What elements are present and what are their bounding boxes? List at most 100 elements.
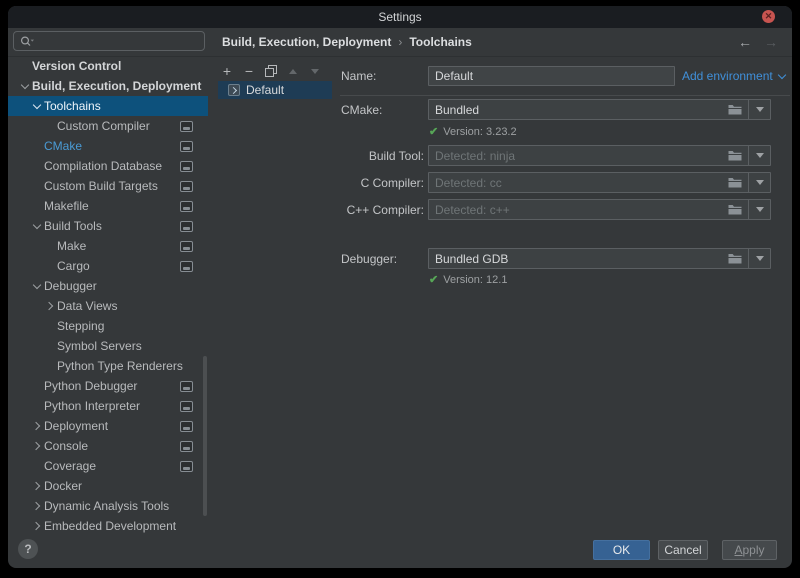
- section-divider: [340, 95, 790, 96]
- cpp-compiler-combobox[interactable]: Detected: c++: [428, 199, 771, 220]
- sidebar-item-cargo[interactable]: Cargo: [8, 256, 208, 276]
- name-label: Name:: [341, 69, 376, 83]
- toolchain-name: Default: [246, 83, 284, 97]
- screen-icon: [180, 141, 193, 152]
- screen-icon: [180, 161, 193, 172]
- window-title: Settings: [378, 10, 421, 24]
- close-icon[interactable]: ✕: [762, 10, 775, 23]
- check-icon: ✔: [429, 274, 438, 287]
- sidebar-item-console[interactable]: Console: [8, 436, 208, 456]
- sidebar-scrollbar[interactable]: [203, 356, 207, 516]
- down-arrow-icon: [311, 69, 319, 74]
- screen-icon: [180, 261, 193, 272]
- sidebar-item-python-type-renderers[interactable]: Python Type Renderers: [8, 356, 208, 376]
- cpp-compiler-dropdown-arrow[interactable]: [748, 200, 770, 219]
- move-down-button[interactable]: [304, 62, 326, 80]
- build-tool-dropdown-arrow[interactable]: [748, 146, 770, 165]
- sidebar-item-symbol-servers[interactable]: Symbol Servers: [8, 336, 208, 356]
- sidebar-item-makefile[interactable]: Makefile: [8, 196, 208, 216]
- copy-toolchain-button[interactable]: [260, 62, 282, 80]
- sidebar-item-debugger[interactable]: Debugger: [8, 276, 208, 296]
- sidebar-item-toolchains[interactable]: Toolchains: [8, 96, 208, 116]
- toolchain-icon: [228, 84, 240, 96]
- breadcrumb-item[interactable]: Toolchains: [409, 35, 471, 49]
- check-icon: ✔: [429, 126, 438, 139]
- screen-icon: [180, 121, 193, 132]
- copy-icon: [265, 65, 277, 77]
- chevron-down-icon: [21, 81, 29, 89]
- chevron-right-icon: [32, 422, 40, 430]
- chevron-right-icon: [32, 502, 40, 510]
- breadcrumb: Build, Execution, Deployment › Toolchains: [222, 35, 472, 50]
- name-input[interactable]: [428, 66, 675, 86]
- sidebar-item-build-tools[interactable]: Build Tools: [8, 216, 208, 236]
- sidebar-item-dynamic-analysis-tools[interactable]: Dynamic Analysis Tools: [8, 496, 208, 516]
- search-input[interactable]: [39, 33, 193, 49]
- sidebar-item-stepping[interactable]: Stepping: [8, 316, 208, 336]
- build-tool-combobox[interactable]: Detected: ninja: [428, 145, 771, 166]
- toolchain-list-item-default[interactable]: Default: [218, 81, 332, 99]
- sidebar-item-docker[interactable]: Docker: [8, 476, 208, 496]
- sidebar-item-custom-compiler[interactable]: Custom Compiler: [8, 116, 208, 136]
- debugger-combobox[interactable]: Bundled GDB: [428, 248, 771, 269]
- remove-toolchain-button[interactable]: −: [238, 62, 260, 80]
- dropdown-arrow-icon: [756, 180, 764, 185]
- move-up-button[interactable]: [282, 62, 304, 80]
- sidebar-item-version-control[interactable]: Version Control: [8, 56, 208, 76]
- toolchain-list-toolbar: + −: [216, 62, 326, 80]
- screen-icon: [180, 201, 193, 212]
- screen-icon: [180, 241, 193, 252]
- sidebar-item-coverage[interactable]: Coverage: [8, 456, 208, 476]
- ok-button[interactable]: OK: [593, 540, 650, 560]
- screen-icon: [180, 381, 193, 392]
- forward-arrow-icon[interactable]: →: [762, 33, 780, 51]
- chevron-down-icon: [33, 221, 41, 229]
- build-tool-label: Build Tool:: [341, 149, 424, 163]
- breadcrumb-item[interactable]: Build, Execution, Deployment: [222, 35, 391, 49]
- sidebar-item-cmake[interactable]: CMake: [8, 136, 208, 156]
- sidebar-item-custom-build-targets[interactable]: Custom Build Targets: [8, 176, 208, 196]
- chevron-right-icon: [32, 522, 40, 530]
- settings-search[interactable]: [13, 31, 205, 51]
- screen-icon: [180, 221, 193, 232]
- chevron-down-icon: [33, 281, 41, 289]
- sidebar-item-embedded-development[interactable]: Embedded Development: [8, 516, 208, 536]
- sidebar-item-data-views[interactable]: Data Views: [8, 296, 208, 316]
- c-compiler-label: C Compiler:: [341, 176, 424, 190]
- sidebar-item-build-execution-deployment[interactable]: Build, Execution, Deployment: [8, 76, 208, 96]
- screen-icon: [180, 421, 193, 432]
- cmake-dropdown-arrow[interactable]: [748, 100, 770, 119]
- add-toolchain-button[interactable]: +: [216, 62, 238, 80]
- settings-tree: Version Control Build, Execution, Deploy…: [8, 56, 208, 536]
- screen-icon: [180, 441, 193, 452]
- chevron-right-icon: [32, 442, 40, 450]
- folder-icon[interactable]: [728, 104, 742, 115]
- breadcrumb-separator: ›: [398, 35, 402, 49]
- cancel-button[interactable]: Cancel: [658, 540, 708, 560]
- sidebar-item-compilation-database[interactable]: Compilation Database: [8, 156, 208, 176]
- chevron-right-icon: [45, 302, 53, 310]
- sidebar-item-make[interactable]: Make: [8, 236, 208, 256]
- dropdown-arrow-icon: [756, 107, 764, 112]
- help-button[interactable]: ?: [18, 539, 38, 559]
- cmake-combobox[interactable]: Bundled: [428, 99, 771, 120]
- c-compiler-dropdown-arrow[interactable]: [748, 173, 770, 192]
- cpp-compiler-label: C++ Compiler:: [341, 203, 424, 217]
- cmake-version-status: ✔ Version: 3.23.2: [429, 126, 517, 139]
- chevron-right-icon: [32, 482, 40, 490]
- folder-icon[interactable]: [728, 150, 742, 161]
- dropdown-arrow-icon: [756, 207, 764, 212]
- sidebar-item-python-interpreter[interactable]: Python Interpreter: [8, 396, 208, 416]
- folder-icon[interactable]: [728, 204, 742, 215]
- folder-icon[interactable]: [728, 177, 742, 188]
- add-environment-link[interactable]: Add environment: [682, 69, 785, 84]
- sidebar-item-python-debugger[interactable]: Python Debugger: [8, 376, 208, 396]
- debugger-dropdown-arrow[interactable]: [748, 249, 770, 268]
- title-bar: Settings ✕: [8, 6, 792, 28]
- sidebar-item-deployment[interactable]: Deployment: [8, 416, 208, 436]
- back-arrow-icon[interactable]: ←: [736, 33, 754, 51]
- c-compiler-combobox[interactable]: Detected: cc: [428, 172, 771, 193]
- debugger-label: Debugger:: [341, 252, 397, 266]
- folder-icon[interactable]: [728, 253, 742, 264]
- apply-button[interactable]: Apply: [722, 540, 777, 560]
